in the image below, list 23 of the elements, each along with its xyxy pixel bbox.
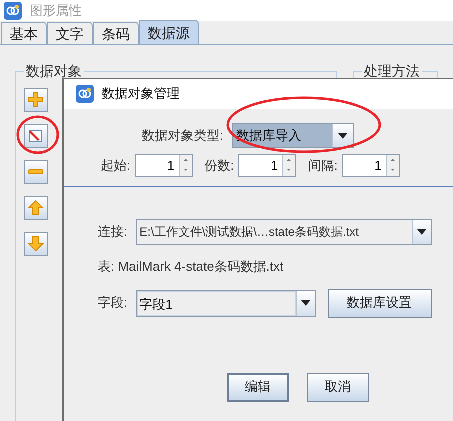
tab[interactable]: 条码 — [93, 22, 139, 44]
connection-dropdown[interactable]: E:\工作文件\测试数据\…state条码数据.txt — [136, 219, 432, 245]
tab[interactable]: 基本 — [1, 22, 47, 44]
connection-label: 连接: — [98, 223, 128, 242]
window-title: 图形属性 — [30, 2, 82, 20]
group-title: 数据对象 — [25, 62, 83, 81]
spinner-label: 起始: — [101, 156, 131, 175]
dialog-title: 数据对象管理 — [102, 85, 180, 104]
field-label: 字段: — [98, 294, 128, 312]
database-settings-button[interactable]: 数据库设置 — [328, 288, 432, 318]
table-info-text: 表: MailMark 4-state条码数据.txt — [97, 258, 285, 276]
dialog-button[interactable]: 取消 — [307, 372, 369, 402]
spinner-label: 份数: — [204, 156, 234, 175]
type-label: 数据对象类型: — [142, 126, 224, 145]
dialog-button[interactable]: 编辑 — [227, 372, 289, 402]
number-spinner[interactable]: 1 — [134, 154, 193, 177]
tab[interactable]: 文字 — [47, 22, 93, 44]
number-spinner[interactable]: 1 — [342, 154, 400, 177]
group-title: 处理方法 — [363, 62, 421, 81]
tab[interactable]: 数据源 — [139, 20, 199, 44]
field-dropdown[interactable]: 字段1 — [136, 290, 316, 316]
number-spinner[interactable]: 1 — [238, 154, 296, 177]
spinner-label: 间隔: — [308, 156, 338, 175]
